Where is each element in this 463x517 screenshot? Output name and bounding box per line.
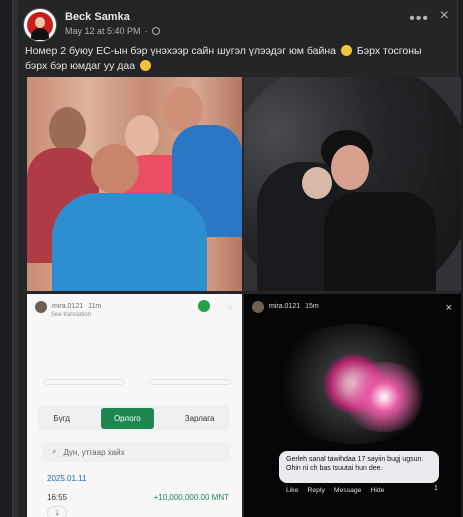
- emoji-icon: [340, 45, 352, 56]
- man-face: [91, 144, 139, 194]
- thinking-emoji-icon: [140, 60, 151, 71]
- man-coat: [324, 192, 436, 291]
- arrow-down-icon: ↓: [47, 506, 67, 517]
- post-card: Beck Samka May 12 at 5:40 PM · ••• × Ном…: [12, 0, 461, 517]
- story-header: mira.0121 15m: [244, 294, 461, 319]
- story-time: 15m: [305, 303, 319, 310]
- bank-screenshot[interactable]: mira.0121 11m See translation × Бүгд Орл…: [27, 294, 242, 517]
- author-avatar[interactable]: [23, 8, 57, 42]
- reaction-count: 1: [434, 485, 438, 492]
- hide-action[interactable]: Hide: [370, 487, 384, 494]
- translation-text: See translation: [51, 312, 92, 318]
- search-icon: ⌕: [52, 447, 57, 456]
- transaction-amount: +10,000,000.00 MNT: [153, 493, 229, 502]
- transaction-date: 2025.01.11: [47, 474, 87, 483]
- left-border: [13, 0, 18, 517]
- woman-face: [302, 167, 332, 199]
- post-time[interactable]: May 12 at 5:40 PM: [65, 26, 141, 36]
- fireworks-story[interactable]: mira.0121 15m × Gerleh sanal tawihdaa 17…: [244, 294, 461, 517]
- transaction-row[interactable]: 16:55 +10,000,000.00 MNT: [47, 493, 229, 502]
- caption-text-1: Номер 2 буюу ЕС-ын бэр үнэхээр сайн шугэ…: [25, 45, 337, 57]
- man-face: [331, 145, 369, 190]
- post-meta: May 12 at 5:40 PM ·: [65, 26, 160, 36]
- bank-time: 11m: [88, 303, 102, 310]
- tab-all[interactable]: Бүгд: [53, 414, 69, 423]
- search-placeholder: Дүн, утгаар хайх: [63, 447, 125, 457]
- firework-burst-small: [339, 362, 429, 432]
- boy-left: [49, 107, 86, 152]
- balance-card-left: [44, 379, 124, 385]
- couple-photo[interactable]: [244, 77, 461, 291]
- story-username: mira.0121: [269, 303, 301, 310]
- comment-actions: Like Reply Message Hide: [286, 487, 384, 494]
- author-name[interactable]: Beck Samka: [65, 11, 130, 23]
- man-body: [52, 193, 207, 291]
- like-action[interactable]: Like: [286, 487, 298, 494]
- post-caption: Номер 2 буюу ЕС-ын бэр үнэхээр сайн шугэ…: [25, 44, 445, 74]
- privacy-separator: ·: [144, 26, 148, 36]
- bank-username: mira.0121: [52, 303, 84, 310]
- more-options-icon[interactable]: •••: [409, 10, 429, 28]
- family-photo[interactable]: [27, 77, 242, 291]
- close-icon[interactable]: ×: [440, 7, 449, 25]
- close-icon[interactable]: ×: [227, 302, 233, 314]
- status-icon: [198, 300, 210, 312]
- balance-card-right: [149, 379, 231, 385]
- transaction-search-input[interactable]: ⌕ Дүн, утгаар хайх: [42, 442, 230, 462]
- transaction-time: 16:55: [47, 493, 68, 502]
- close-icon[interactable]: ×: [446, 302, 452, 314]
- story-avatar: [252, 300, 264, 313]
- story-avatar: [35, 300, 47, 313]
- transaction-tabs: Бүгд Орлого Зарлага: [38, 405, 230, 431]
- tab-expense[interactable]: Зарлага: [185, 414, 215, 423]
- message-action[interactable]: Message: [334, 487, 362, 494]
- story-comment: Gerleh sanal tawihdaa 17 sayiin bugj ugs…: [279, 451, 439, 483]
- tab-income[interactable]: Орлого: [100, 407, 154, 429]
- reply-action[interactable]: Reply: [307, 487, 324, 494]
- public-globe-icon: [151, 27, 160, 35]
